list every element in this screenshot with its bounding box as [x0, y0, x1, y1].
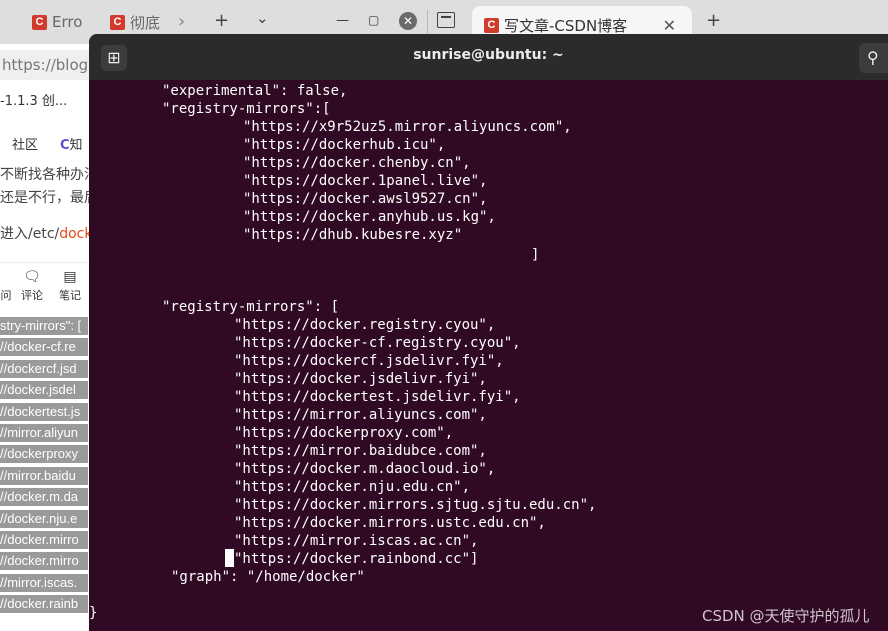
- new-tab-plus-icon[interactable]: +: [214, 10, 229, 31]
- terminal-line: "https://docker.m.daocloud.io",: [234, 461, 496, 477]
- code-line: //docker.m.da: [0, 488, 88, 507]
- maximize-icon[interactable]: ▢: [368, 13, 379, 27]
- terminal-line: "https://docker.jsdelivr.fyi",: [234, 371, 487, 387]
- close-tab-icon[interactable]: ✕: [663, 16, 676, 35]
- code-line: //docker.mirro: [0, 552, 88, 571]
- csdn-watermark: CSDN @天使守护的孤儿: [702, 607, 870, 625]
- highlight-link[interactable]: docker: [59, 226, 92, 242]
- terminal-line: }: [89, 605, 98, 621]
- article-toolbar: 问 🗨 评论 ▤ 笔记: [0, 262, 92, 307]
- code-line: //docker.rainb: [0, 595, 88, 614]
- terminal-line: "https://docker.anyhub.us.kg",: [243, 209, 496, 225]
- terminal-line: "https://dockercf.jsdelivr.fyi",: [234, 353, 504, 369]
- terminal-line: "https://dockerproxy.com",: [234, 425, 454, 441]
- terminal-line: "graph": "/home/docker": [171, 569, 365, 585]
- question-icon: [0, 269, 18, 285]
- terminal-titlebar: ⊞ sunrise@ubuntu: ~ ⚲: [89, 34, 888, 80]
- terminal-line: "https://docker.mirrors.sjtug.sjtu.edu.c…: [234, 497, 597, 513]
- terminal-line: "https://docker.1panel.live",: [243, 173, 488, 189]
- code-line: //dockercf.jsd: [0, 359, 88, 378]
- tab-label: 彻底: [130, 13, 161, 32]
- address-bar[interactable]: https://blog: [0, 50, 92, 80]
- terminal-line: "https://mirror.aliyuncs.com",: [234, 407, 487, 423]
- tab-label: Erro: [52, 13, 83, 31]
- terminal-line: "experimental": false,: [162, 83, 348, 99]
- terminal-line: "https://dockertest.jsdelivr.fyi",: [234, 389, 521, 405]
- notes-icon: ▤: [63, 269, 77, 285]
- nav-item-zhi[interactable]: C知: [60, 134, 83, 153]
- chevron-right-icon[interactable]: ›: [178, 11, 185, 32]
- terminal-line: "https://dhub.kubesre.xyz": [243, 227, 463, 243]
- csdn-favicon-icon: C: [110, 14, 125, 30]
- new-tab-plus-icon[interactable]: +: [706, 10, 721, 31]
- text-cursor: [225, 549, 234, 567]
- comment-icon: 🗨: [23, 269, 41, 285]
- browser-tab[interactable]: C Erro: [32, 6, 90, 38]
- minimize-icon[interactable]: —: [336, 13, 349, 28]
- terminal-line: "https://docker.nju.edu.cn",: [234, 479, 471, 495]
- terminal-line: "https://mirror.iscas.ac.cn",: [234, 533, 479, 549]
- article-text: 不断找各种办法: [0, 167, 92, 183]
- csdn-favicon-icon: C: [484, 17, 499, 33]
- code-line: //dockerproxy: [0, 445, 88, 464]
- terminal-line: "https://mirror.baidubce.com",: [234, 443, 487, 459]
- code-line: stry-mirrors": [: [0, 317, 88, 335]
- terminal-line: "https://docker.mirrors.ustc.edu.cn",: [234, 515, 546, 531]
- bookmark-item[interactable]: -1.1.3 创...: [0, 90, 67, 109]
- terminal-line: "registry-mirrors":[: [162, 101, 331, 117]
- terminal-title: sunrise@ubuntu: ~: [413, 47, 564, 63]
- terminal-line: ]: [531, 247, 540, 263]
- search-icon[interactable]: ⚲: [859, 43, 888, 73]
- background-webpage: https://blog -1.1.3 创... 社区 C知 不断找各种办法 还…: [0, 44, 92, 631]
- terminal-line: "https://docker-cf.registry.cyou",: [234, 335, 521, 351]
- article-text: 进入/etc/docker: [0, 223, 92, 243]
- code-line: //docker.nju.e: [0, 509, 88, 528]
- toolbar-comment[interactable]: 🗨 评论: [20, 269, 44, 303]
- article-text: 还是不行，最后: [0, 190, 92, 206]
- terminal-line: "https://docker.rainbond.cc"]: [234, 551, 479, 567]
- code-line: //docker.mirro: [0, 531, 88, 549]
- terminal-line: "https://x9r52uz5.mirror.aliyuncs.com",: [243, 119, 572, 135]
- tab-label: 写文章-CSDN博客: [504, 16, 628, 35]
- code-line: //mirror.iscas.: [0, 573, 88, 592]
- terminal-output[interactable]: "experimental": false, "registry-mirrors"…: [89, 80, 888, 631]
- zhi-logo-icon: C: [60, 138, 70, 153]
- code-line: //mirror.aliyun: [0, 424, 88, 442]
- toolbar-notes[interactable]: ▤ 笔记: [58, 269, 82, 303]
- chevron-down-icon[interactable]: ⌄: [256, 9, 269, 27]
- nav-item-community[interactable]: 社区: [12, 134, 38, 153]
- terminal-line: "https://docker.registry.cyou",: [234, 317, 496, 333]
- tab-divider: [427, 10, 428, 34]
- terminal-window[interactable]: ⊞ sunrise@ubuntu: ~ ⚲ "experimental": fa…: [89, 34, 888, 631]
- code-line: //dockertest.js: [0, 402, 88, 421]
- code-line: //docker.jsdel: [0, 381, 88, 400]
- terminal-line: "https://docker.chenby.cn",: [243, 155, 471, 171]
- code-line: //docker-cf.re: [0, 338, 88, 357]
- toolbar-ask[interactable]: 问: [0, 269, 18, 303]
- terminal-line: "https://dockerhub.icu",: [243, 137, 446, 153]
- close-window-icon[interactable]: ✕: [399, 12, 417, 30]
- code-line: //mirror.baidu: [0, 466, 88, 485]
- csdn-favicon-icon: C: [32, 14, 47, 30]
- terminal-line: "https://docker.awsl9527.cn",: [243, 191, 488, 207]
- terminal-line: "registry-mirrors": [: [162, 299, 340, 315]
- tab-overview-icon[interactable]: [437, 12, 455, 28]
